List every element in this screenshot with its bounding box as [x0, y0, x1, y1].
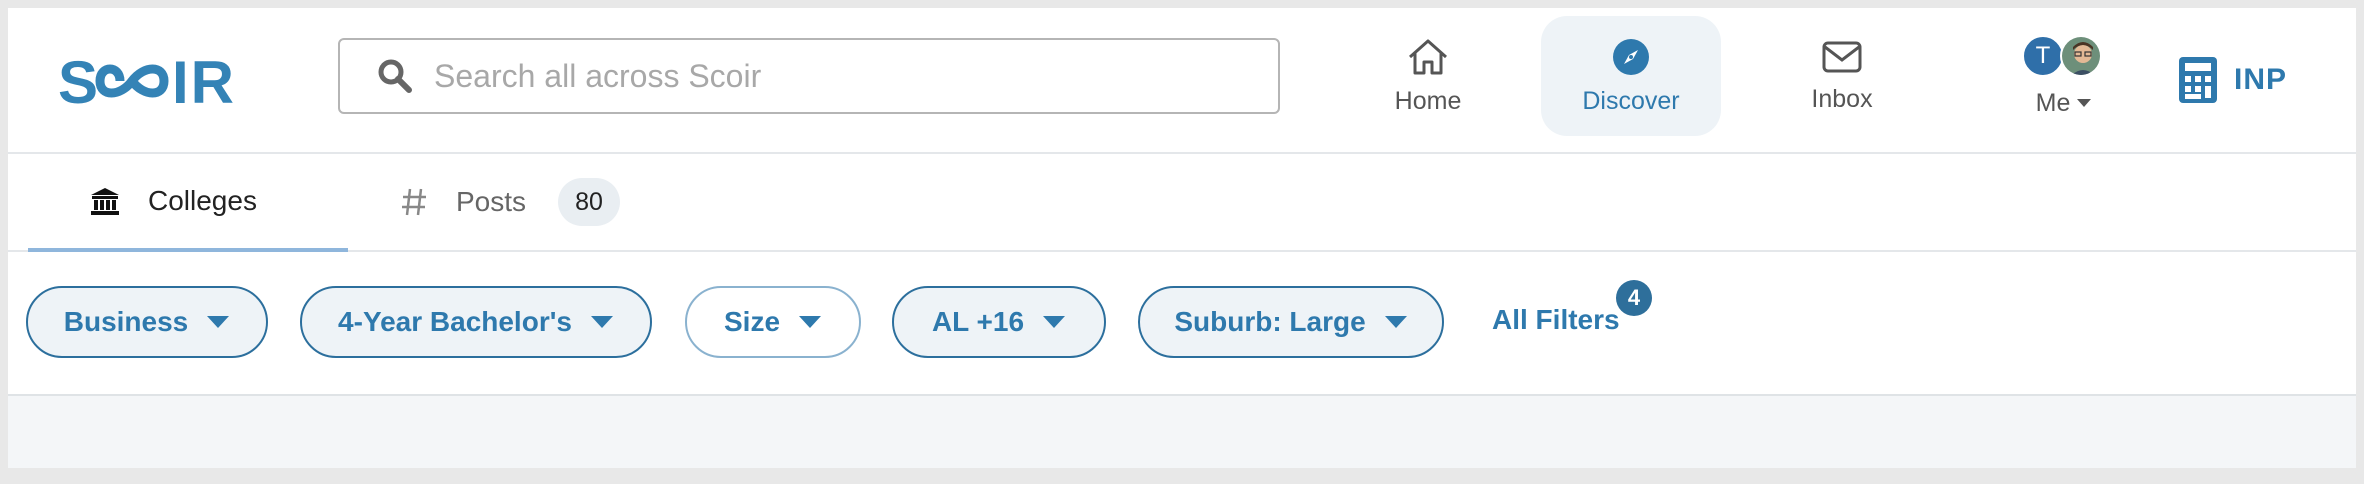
user-avatar-photo — [2060, 34, 2102, 77]
caret-down-icon — [799, 316, 822, 328]
filter-setting[interactable]: Suburb: Large — [1138, 286, 1444, 358]
nav-discover[interactable]: Discover — [1541, 16, 1721, 136]
results-area — [8, 396, 2356, 468]
user-avatar-initial: T — [2022, 34, 2064, 77]
caret-down-icon — [1043, 316, 1066, 328]
caret-down-icon — [207, 316, 230, 328]
filter-bar: Business 4-Year Bachelor's Size AL +16 S… — [8, 252, 2356, 396]
search-input[interactable] — [432, 56, 1256, 96]
all-filters-count-badge: 4 — [1616, 280, 1652, 316]
nav-home[interactable]: Home — [1338, 16, 1518, 136]
envelope-icon — [1822, 41, 1862, 72]
tab-posts[interactable]: Posts 80 — [400, 154, 621, 250]
svg-text:S: S — [58, 53, 100, 109]
tab-colleges[interactable]: Colleges — [28, 154, 348, 252]
filter-location-label: AL +16 — [931, 306, 1025, 337]
scoir-logo[interactable]: S IR — [58, 46, 260, 116]
filter-major[interactable]: Business — [26, 286, 268, 358]
top-header: S IR Home — [8, 8, 2356, 154]
nav-home-label: Home — [1394, 86, 1462, 115]
app-frame: S IR Home — [8, 8, 2356, 468]
nav-me[interactable]: T Me — [1974, 16, 2154, 136]
tab-colleges-label: Colleges — [148, 185, 257, 216]
search-icon — [378, 59, 412, 93]
nav-discover-label: Discover — [1582, 86, 1680, 115]
hashtag-icon — [402, 188, 426, 216]
filter-location[interactable]: AL +16 — [892, 286, 1106, 358]
filter-size-label: Size — [723, 306, 781, 337]
institution-icon — [91, 188, 119, 215]
caret-down-icon — [1384, 316, 1407, 328]
filter-setting-label: Suburb: Large — [1174, 306, 1366, 337]
nav-me-label: Me — [2035, 88, 2071, 117]
filter-size[interactable]: Size — [685, 286, 861, 358]
svg-text:IR: IR — [172, 53, 236, 109]
nav-inbox[interactable]: Inbox — [1752, 16, 1932, 136]
global-search[interactable] — [338, 38, 1280, 114]
calculator-icon — [2179, 57, 2217, 103]
filter-degree-label: 4-Year Bachelor's — [338, 306, 572, 337]
compass-icon — [1613, 38, 1649, 75]
filter-degree[interactable]: 4-Year Bachelor's — [300, 286, 652, 358]
posts-count-badge: 80 — [558, 178, 621, 226]
content-tabs: Colleges Posts 80 — [8, 154, 2356, 252]
inp-button[interactable]: INP — [2178, 50, 2287, 110]
tab-posts-label: Posts — [456, 186, 527, 217]
caret-down-icon — [590, 316, 613, 328]
home-icon — [1409, 39, 1447, 74]
all-filters-button[interactable]: All Filters — [1492, 304, 1620, 336]
inp-label: INP — [2234, 63, 2288, 96]
caret-down-icon — [2077, 99, 2092, 107]
nav-inbox-label: Inbox — [1811, 84, 1873, 113]
filter-major-label: Business — [63, 306, 189, 337]
